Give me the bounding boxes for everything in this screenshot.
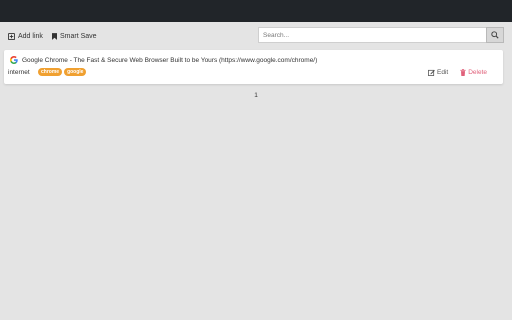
page-number-current[interactable]: 1: [254, 92, 258, 99]
toolbar: Add link Smart Save: [0, 22, 512, 48]
delete-label: Delete: [468, 69, 487, 76]
smart-save-label: Smart Save: [60, 32, 97, 40]
tag-google[interactable]: google: [64, 68, 87, 76]
magnifier-icon: [491, 31, 499, 39]
plus-square-icon: [8, 32, 15, 40]
link-actions: Edit Delete: [428, 69, 487, 76]
link-title-row[interactable]: Google Chrome - The Fast & Secure Web Br…: [10, 55, 317, 65]
delete-button[interactable]: Delete: [460, 69, 487, 76]
link-category[interactable]: internet: [8, 69, 30, 76]
tag-chrome[interactable]: chrome: [38, 68, 63, 76]
link-title[interactable]: Google Chrome - The Fast & Secure Web Br…: [22, 57, 317, 64]
search-button[interactable]: [486, 27, 504, 43]
tag-list: chrome google: [38, 68, 87, 76]
add-link-button[interactable]: Add link: [8, 30, 43, 42]
google-g-icon: [10, 56, 18, 64]
smart-save-button[interactable]: Smart Save: [52, 30, 97, 42]
pagination: 1: [0, 92, 512, 99]
add-link-label: Add link: [18, 32, 43, 40]
bookmark-icon: [52, 32, 57, 40]
pencil-square-icon: [428, 69, 435, 76]
trash-icon: [460, 69, 466, 76]
link-card: Google Chrome - The Fast & Secure Web Br…: [4, 50, 503, 84]
top-navbar: [0, 0, 512, 22]
edit-button[interactable]: Edit: [428, 69, 448, 76]
edit-label: Edit: [437, 69, 449, 76]
search-input[interactable]: [258, 27, 486, 43]
search-bar: [258, 27, 504, 43]
